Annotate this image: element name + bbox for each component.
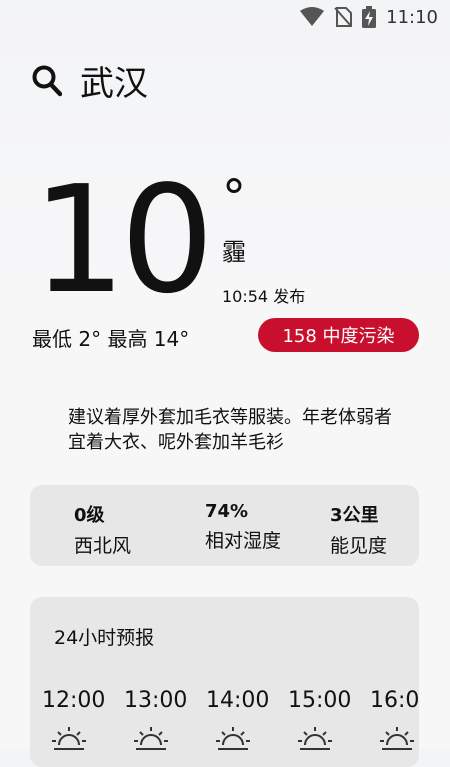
haze-sun-icon xyxy=(134,725,168,759)
haze-sun-icon xyxy=(52,725,86,759)
haze-sun-icon xyxy=(380,725,414,759)
no-sim-icon xyxy=(334,7,353,27)
forecast-hour: 13:00 xyxy=(124,688,188,713)
forecast-hour: 12:00 xyxy=(42,688,106,713)
haze-sun-icon xyxy=(298,725,332,759)
visibility-value: 3公里 xyxy=(330,505,379,526)
search-icon[interactable] xyxy=(32,65,62,97)
hourly-forecast-card[interactable]: 24小时预报 12:00 13:00 14:00 15:00 16:00 xyxy=(30,597,419,767)
forecast-hour: 16:00 xyxy=(370,688,419,713)
wind-level: 0级 xyxy=(74,505,105,526)
wind-detail: 0级 西北风 xyxy=(74,501,131,558)
visibility-detail: 3公里 能见度 xyxy=(330,501,387,558)
weather-condition: 霾 xyxy=(222,238,246,266)
forecast-title: 24小时预报 xyxy=(54,627,155,649)
visibility-label: 能见度 xyxy=(330,535,388,557)
forecast-hour: 15:00 xyxy=(288,688,352,713)
city-name[interactable]: 武汉 xyxy=(80,56,148,105)
humidity-value: 74% xyxy=(205,501,249,522)
degree-symbol: ° xyxy=(222,170,246,226)
aqi-badge[interactable]: 158 中度污染 xyxy=(258,318,419,352)
header: 武汉 xyxy=(32,56,148,105)
weather-details-card: 0级 西北风 74% 相对湿度 3公里 能见度 xyxy=(30,485,419,566)
publish-time: 10:54 发布 xyxy=(222,287,306,306)
current-temperature: 10 xyxy=(32,154,214,326)
clothing-advice: 建议着厚外套加毛衣等服装。年老体弱者宜着大衣、呢外套加羊毛衫 xyxy=(68,407,392,453)
humidity-detail: 74% 相对湿度 xyxy=(205,501,281,553)
forecast-hour: 14:00 xyxy=(206,688,270,713)
status-bar: 11:10 xyxy=(0,0,450,36)
wifi-icon xyxy=(300,7,325,27)
haze-sun-icon xyxy=(216,725,250,759)
wind-direction: 西北风 xyxy=(74,535,132,557)
status-time: 11:10 xyxy=(386,6,438,28)
status-icons: 11:10 xyxy=(300,6,438,28)
battery-charging-icon xyxy=(362,6,377,28)
humidity-label: 相对湿度 xyxy=(205,530,282,552)
min-max-temperature: 最低 2° 最高 14° xyxy=(32,327,190,351)
